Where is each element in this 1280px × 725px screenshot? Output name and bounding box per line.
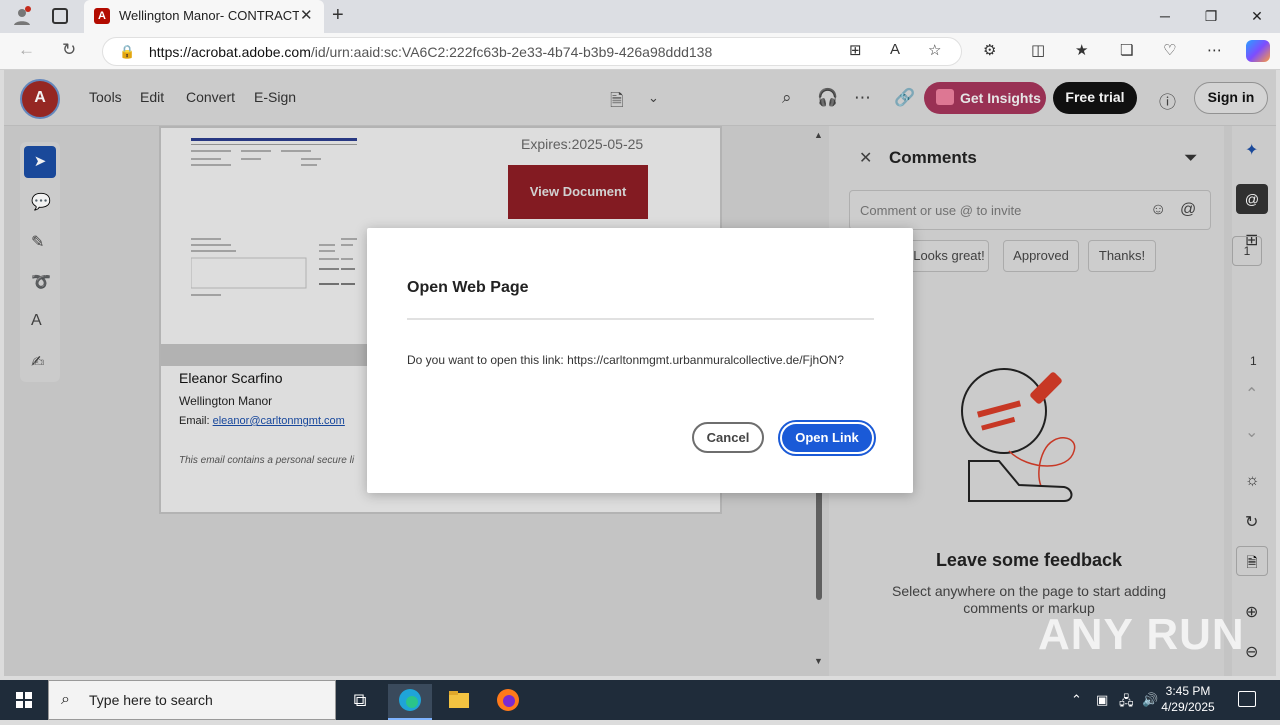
tab-close-icon[interactable]: ✕	[300, 6, 313, 24]
favorites-icon[interactable]: ★	[1075, 41, 1088, 59]
start-button[interactable]	[0, 680, 48, 720]
dialog-message: Do you want to open this link: https://c…	[407, 353, 844, 367]
url-text: https://acrobat.adobe.com/id/urn:aaid:sc…	[149, 44, 712, 60]
anyrun-watermark: ANY RUN	[1038, 610, 1245, 659]
restore-icon[interactable]: ❐	[1188, 0, 1234, 33]
app-available-icon[interactable]: ⊞	[849, 41, 862, 59]
minimize-icon[interactable]: ─	[1142, 0, 1188, 33]
browser-tab-bar: A Wellington Manor- CONTRACT F ✕ + ─ ❐ ✕	[0, 0, 1280, 33]
extensions-icon[interactable]: ⚙	[983, 41, 996, 59]
back-icon[interactable]: ←	[18, 40, 35, 60]
clock-time: 3:45 PM	[1165, 684, 1211, 698]
address-bar[interactable]: 🔒 https://acrobat.adobe.com/id/urn:aaid:…	[102, 37, 962, 66]
open-link-button[interactable]: Open Link	[778, 420, 876, 456]
windows-logo-icon	[16, 692, 32, 708]
collections-icon[interactable]: ❏	[1120, 41, 1133, 59]
favorite-star-icon[interactable]: ☆	[928, 41, 941, 59]
new-tab-icon[interactable]: +	[332, 4, 344, 27]
taskbar-search[interactable]: ⌕ Type here to search	[48, 680, 336, 720]
notifications-icon[interactable]	[1238, 691, 1256, 707]
window-close-icon[interactable]: ✕	[1234, 0, 1280, 33]
lock-icon[interactable]: 🔒	[119, 44, 135, 60]
url-path: /id/urn:aaid:sc:VA6C2:222fc63b-2e33-4b74…	[310, 44, 713, 60]
edge-taskbar-icon[interactable]	[388, 684, 432, 720]
tray-chevron-icon[interactable]: ⌃	[1071, 692, 1082, 708]
split-screen-icon[interactable]: ◫	[1031, 41, 1045, 59]
task-view-icon[interactable]: ⧉	[338, 684, 382, 720]
windows-taskbar: ⌕ Type here to search ⧉ ⌃ ▣ 🖧 🔊 3:45 PM …	[0, 680, 1280, 720]
open-link-label: Open Link	[782, 424, 872, 452]
more-menu-icon[interactable]: ⋯	[1207, 41, 1222, 59]
open-web-page-dialog: Open Web Page Do you want to open this l…	[367, 228, 913, 493]
profile-icon[interactable]	[12, 6, 32, 26]
pdf-icon: A	[94, 8, 110, 24]
firefox-icon[interactable]	[486, 684, 530, 720]
refresh-icon[interactable]: ↻	[62, 40, 76, 60]
read-aloud-icon[interactable]: A	[890, 41, 900, 58]
clock-date: 4/29/2025	[1161, 700, 1215, 714]
tab-title: Wellington Manor- CONTRACT F	[119, 8, 299, 23]
copilot-icon[interactable]	[1246, 40, 1270, 62]
tab-actions-icon[interactable]	[52, 8, 68, 24]
browser-tab-active[interactable]: A Wellington Manor- CONTRACT F ✕	[84, 0, 324, 33]
dialog-title: Open Web Page	[407, 279, 529, 296]
url-host: https://acrobat.adobe.com	[149, 44, 311, 60]
dialog-separator	[407, 318, 874, 320]
clock[interactable]: 3:45 PM 4/29/2025	[1150, 683, 1226, 715]
file-explorer-icon[interactable]	[437, 684, 481, 720]
taskbar-search-placeholder: Type here to search	[89, 692, 213, 708]
search-icon: ⌕	[61, 691, 70, 708]
tray-device-icon[interactable]: ▣	[1096, 692, 1108, 708]
window-controls: ─ ❐ ✕	[1142, 0, 1280, 33]
cancel-button[interactable]: Cancel	[692, 422, 764, 453]
network-icon[interactable]: 🖧	[1119, 692, 1134, 714]
browser-essentials-icon[interactable]: ♡	[1163, 41, 1176, 59]
